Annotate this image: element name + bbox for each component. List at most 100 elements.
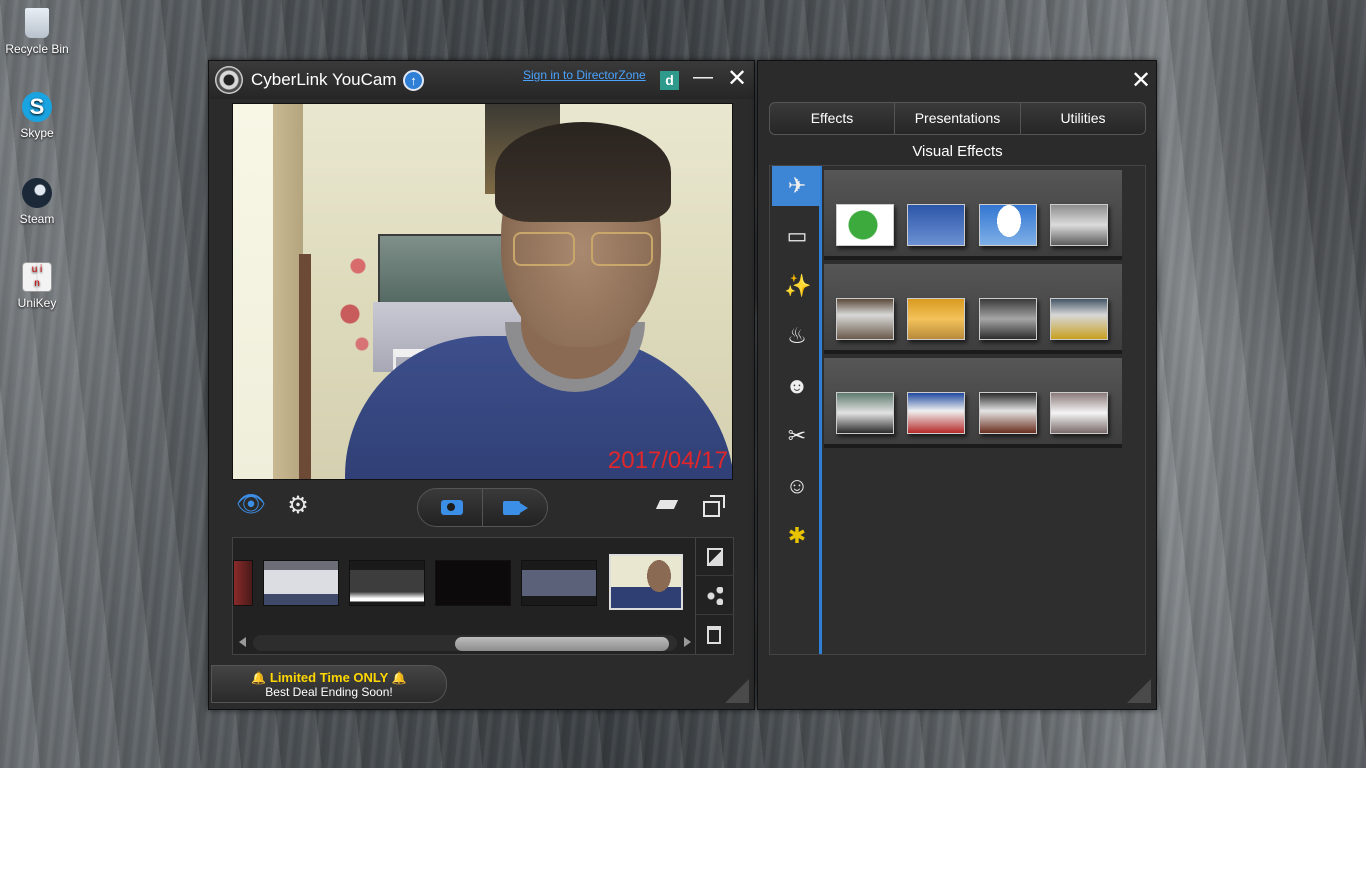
video-scene-doorframe: [299, 254, 311, 479]
smiley-icon: ☺: [785, 473, 809, 498]
media-library-panel: [232, 537, 734, 655]
bell-icon: 🔔: [251, 671, 267, 685]
media-thumbnail[interactable]: [263, 560, 339, 606]
desktop-icon-label: Skype: [20, 126, 54, 140]
promo-banner[interactable]: 🔔 Limited Time ONLY 🔔 Best Deal Ending S…: [211, 665, 447, 703]
splash-icon: ✂: [787, 423, 807, 448]
media-thumbnail[interactable]: [435, 560, 511, 606]
desktop-icon-steam[interactable]: Steam: [4, 178, 70, 226]
media-thumbnail[interactable]: [233, 560, 253, 606]
category-particles[interactable]: ✨: [772, 266, 820, 306]
effect-thumbnail[interactable]: [1050, 204, 1108, 246]
category-frames[interactable]: ▭: [772, 216, 820, 256]
panel-heading: Visual Effects: [912, 143, 1003, 160]
directorzone-icon[interactable]: d: [660, 71, 679, 90]
video-date-stamp: 2017/04/17: [607, 447, 728, 474]
update-icon[interactable]: ↑: [403, 70, 424, 91]
promo-headline-text: Limited Time ONLY: [269, 670, 389, 685]
bell-icon: 🔔: [391, 671, 407, 685]
effect-thumbnail[interactable]: [1050, 392, 1108, 434]
webcam-preview[interactable]: 2017/04/17: [232, 103, 733, 480]
category-emotions[interactable]: ✂: [772, 416, 820, 456]
download-effect-icon[interactable]: [836, 204, 894, 246]
effect-grid: [824, 170, 1122, 450]
effect-thumbnail[interactable]: [836, 392, 894, 434]
effect-thumbnail[interactable]: [907, 392, 965, 434]
effect-thumbnail[interactable]: [979, 298, 1037, 340]
minimize-button[interactable]: —: [693, 67, 713, 89]
scrollbar-thumb[interactable]: [455, 637, 669, 651]
camera-icon: [441, 500, 463, 515]
effect-thumbnail[interactable]: [1050, 298, 1108, 340]
video-record-button[interactable]: [484, 489, 549, 526]
desktop-icon-skype[interactable]: S Skype: [4, 92, 70, 140]
media-thumbnail[interactable]: [349, 560, 425, 606]
skype-icon: S: [22, 92, 52, 122]
video-person-hair: [495, 122, 671, 222]
desktop-icon-recycle-bin[interactable]: Recycle Bin: [4, 8, 70, 56]
promo-headline: 🔔 Limited Time ONLY 🔔: [212, 670, 446, 685]
star-icon: ✱: [787, 523, 807, 548]
media-thumbnail[interactable]: [521, 560, 597, 606]
gear-icon[interactable]: ⚙: [285, 493, 311, 519]
effect-thumbnail[interactable]: [907, 204, 965, 246]
scrollbar-track[interactable]: [253, 635, 677, 651]
media-thumbnail-strip: [233, 538, 695, 634]
category-avatars[interactable]: ☺: [772, 466, 820, 506]
open-folder-button[interactable]: [696, 538, 734, 576]
app-title: CyberLink YouCam: [251, 70, 397, 89]
share-button[interactable]: [696, 577, 734, 615]
frame-icon: ▭: [786, 223, 808, 248]
share-icon: [707, 587, 723, 605]
capture-mode-switch: [417, 488, 548, 527]
category-visual-effects[interactable]: ✈: [772, 166, 820, 206]
eye-icon[interactable]: 👁: [235, 493, 267, 517]
eraser-icon[interactable]: [655, 497, 679, 513]
category-gadgets[interactable]: ✱: [772, 516, 820, 556]
thumbnail-scrollbar[interactable]: [237, 634, 693, 652]
close-panel-button[interactable]: ✕: [1128, 68, 1154, 94]
effects-panel: ✕ Effects Presentations Utilities Visual…: [757, 60, 1157, 710]
folder-view-icon: [707, 548, 723, 566]
youcam-window: CyberLink YouCam ↑ Sign in to DirectorZo…: [208, 60, 755, 710]
effect-thumbnail[interactable]: [907, 298, 965, 340]
close-button[interactable]: ✕: [725, 67, 749, 91]
youcam-logo-icon: [215, 66, 243, 94]
effect-thumbnail[interactable]: [979, 392, 1037, 434]
video-scene-window: [233, 104, 273, 479]
mask-icon: ♨: [787, 323, 807, 348]
effect-thumbnail[interactable]: [836, 298, 894, 340]
scroll-right-arrow-icon[interactable]: [684, 637, 691, 647]
video-person-glasses: [513, 232, 653, 266]
desktop-icon-label: Steam: [19, 212, 55, 226]
media-thumbnail-selected[interactable]: [609, 554, 683, 610]
delete-button[interactable]: [696, 616, 734, 654]
effect-shelf: [824, 170, 1122, 260]
tab-utilities[interactable]: Utilities: [1021, 103, 1145, 134]
resize-grip-icon[interactable]: [725, 679, 749, 703]
scroll-left-arrow-icon[interactable]: [239, 637, 246, 647]
effect-shelf: [824, 264, 1122, 354]
video-camera-icon: [503, 501, 528, 515]
effect-thumbnail[interactable]: [979, 204, 1037, 246]
category-filters[interactable]: ♨: [772, 316, 820, 356]
photo-capture-button[interactable]: [418, 489, 483, 526]
title-bar[interactable]: CyberLink YouCam ↑ Sign in to DirectorZo…: [209, 61, 754, 99]
desktop-icon-unikey[interactable]: u in UniKey: [4, 262, 70, 310]
video-scene-aquarium: [378, 234, 513, 304]
tab-effects[interactable]: Effects: [770, 103, 895, 134]
tab-presentations[interactable]: Presentations: [895, 103, 1021, 134]
magic-wand-icon: ✨: [784, 273, 812, 298]
recycle-bin-icon: [25, 8, 49, 38]
face-icon: ☻: [785, 373, 809, 398]
window-mode-icon[interactable]: [703, 495, 725, 517]
category-distortion[interactable]: ☻: [772, 366, 820, 406]
desktop-background: Recycle Bin S Skype Steam u in UniKey Cy…: [0, 0, 1366, 768]
effects-content: ✈ ▭ ✨ ♨ ☻ ✂ ☺ ✱: [769, 165, 1146, 655]
video-scene-wall-roses: [338, 254, 378, 354]
visual-effects-icon: ✈: [787, 173, 807, 198]
desktop-icon-label: UniKey: [17, 296, 57, 310]
unikey-icon: u in: [22, 262, 52, 292]
resize-grip-icon[interactable]: [1127, 679, 1151, 703]
sign-in-directorzone-link[interactable]: Sign in to DirectorZone: [523, 68, 646, 82]
